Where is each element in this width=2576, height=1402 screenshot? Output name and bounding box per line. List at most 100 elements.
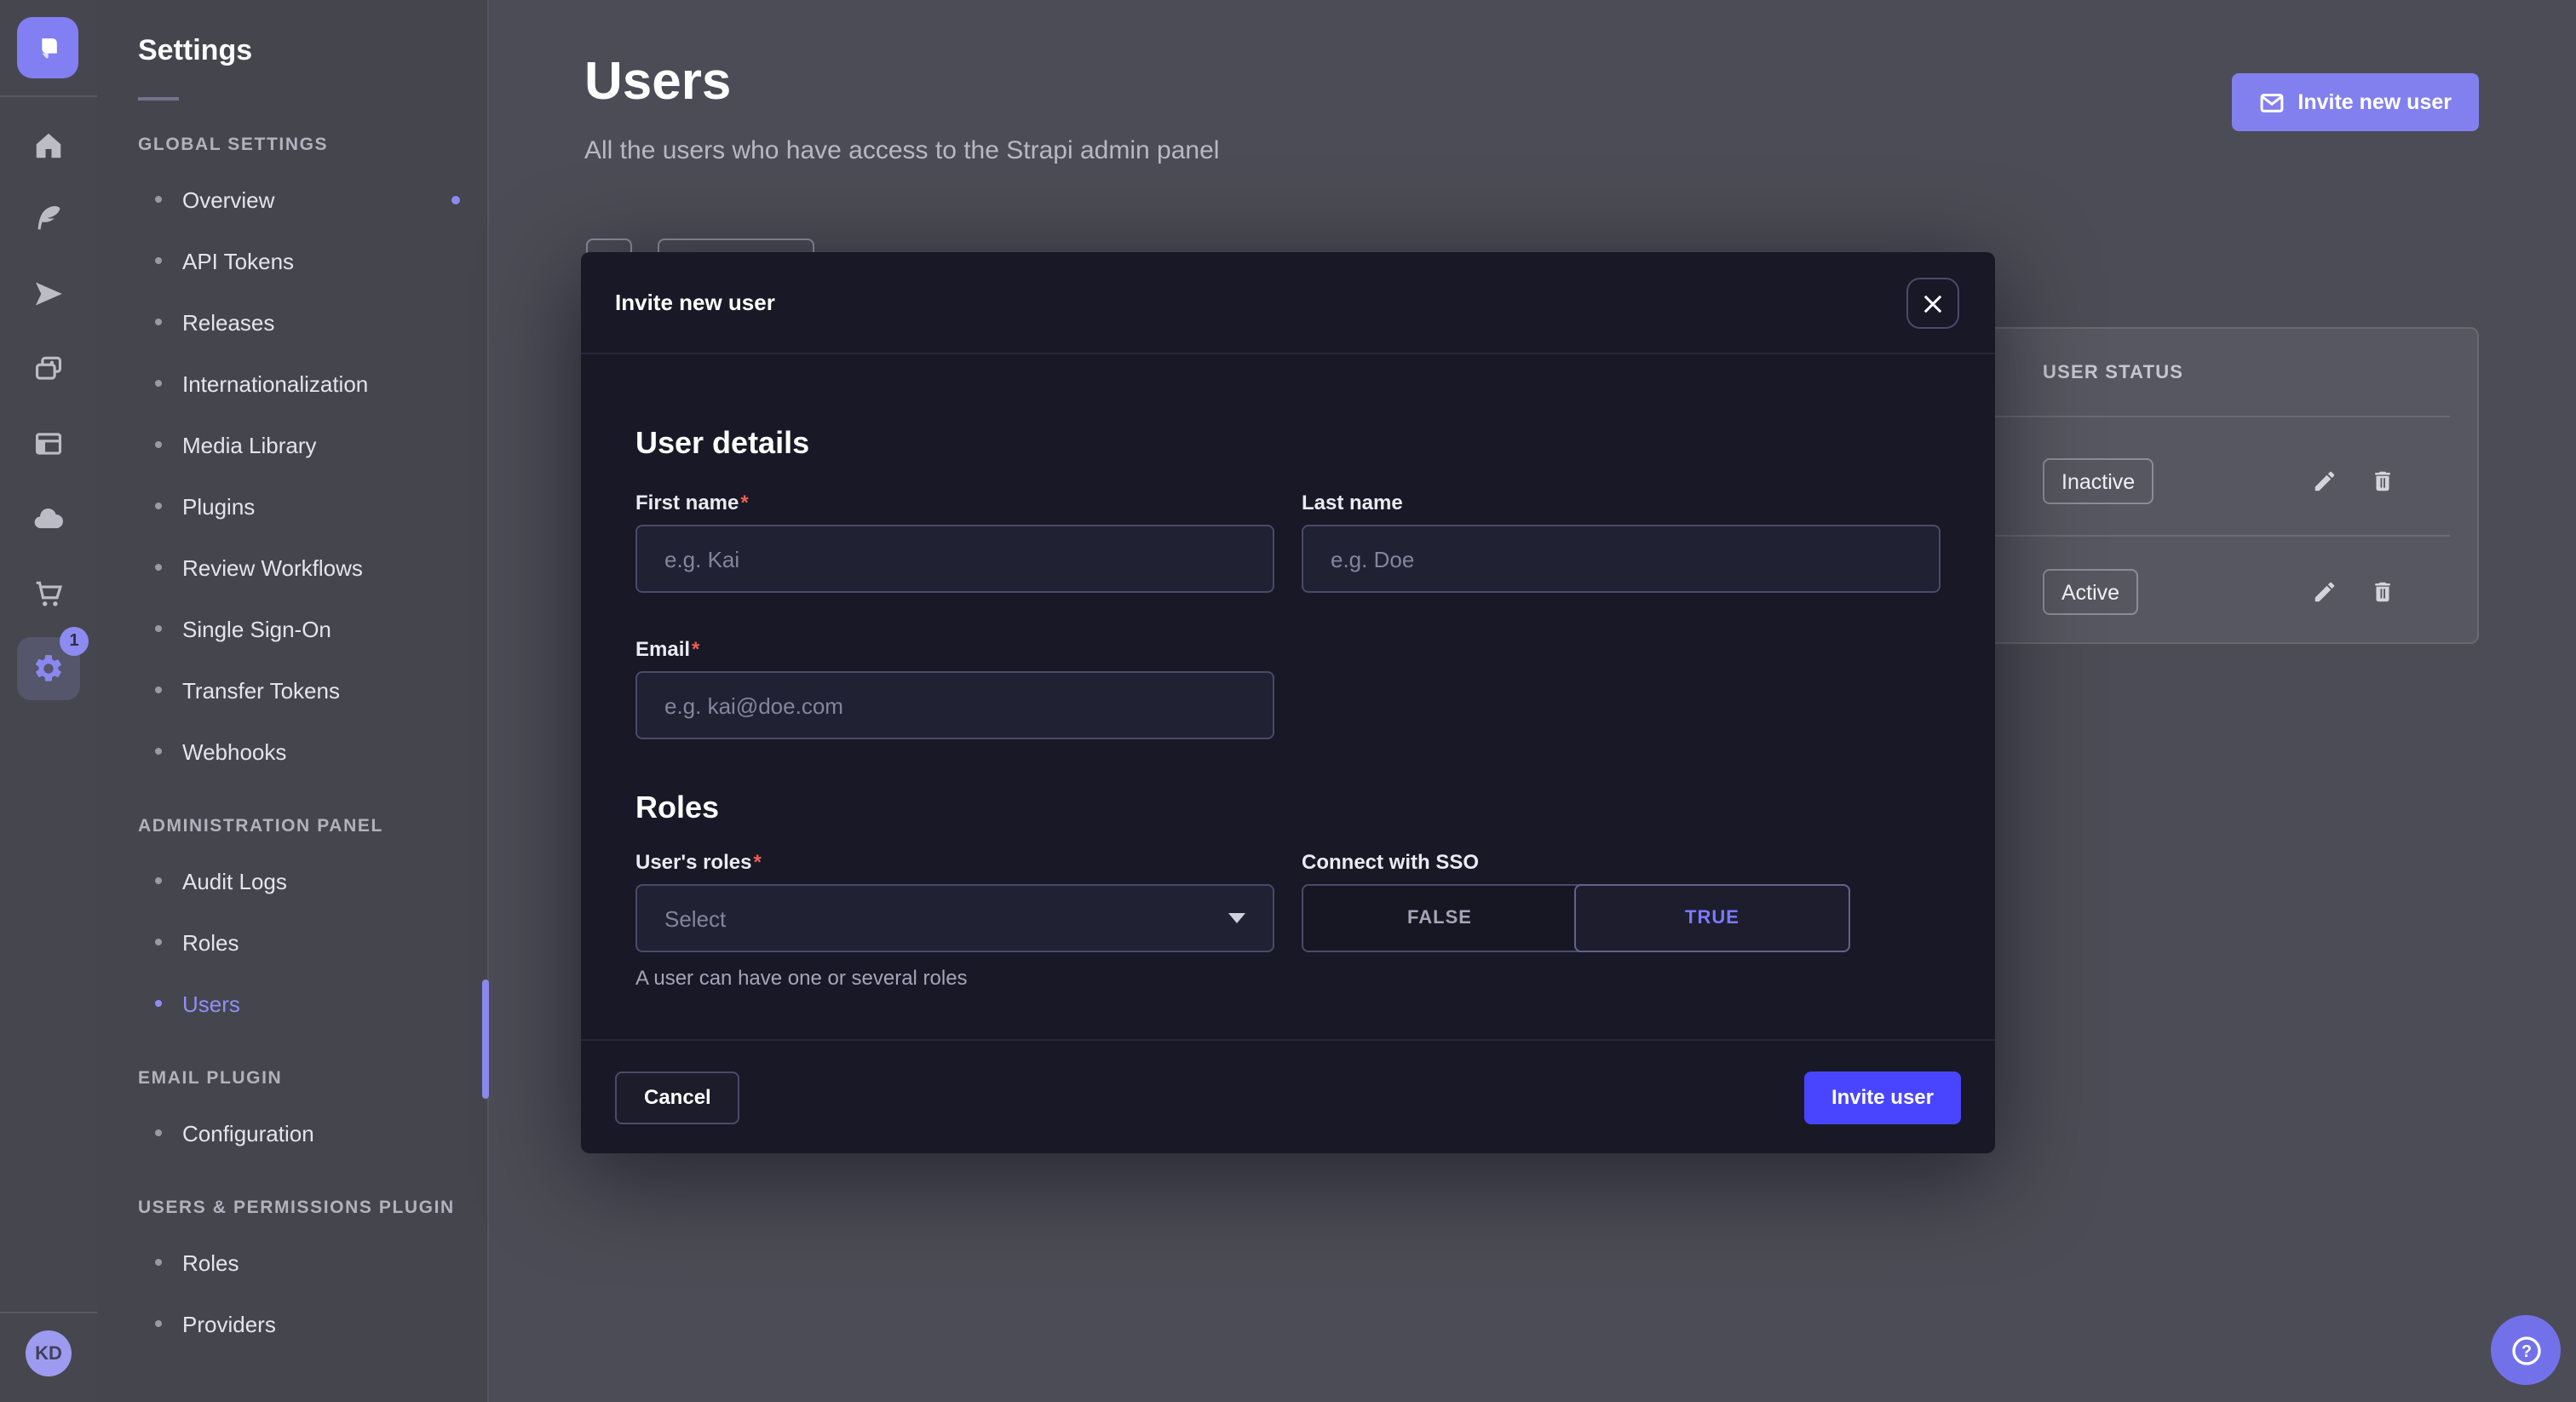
invite-new-user-modal: Invite new user User details First name*… [581,252,1995,1153]
help-button[interactable]: ? [2491,1315,2561,1385]
sidebar-item-admin-roles[interactable]: Roles [97,911,487,973]
svg-text:?: ? [2521,1342,2531,1360]
settings-subnav: Settings GLOBAL SETTINGS Overview API To… [97,0,489,1402]
bullet-icon [155,257,162,264]
bullet-icon [155,319,162,325]
strapi-logo[interactable] [17,17,78,78]
sidebar-item-up-roles[interactable]: Roles [97,1232,487,1293]
layout-window-icon[interactable] [17,412,80,475]
email-label: Email* [635,637,1274,661]
sidebar-item-releases[interactable]: Releases [97,291,487,353]
bullet-icon [155,503,162,509]
bullet-icon [155,380,162,387]
name-fields-row: First name* Last name [635,491,1941,593]
sso-toggle: FALSE TRUE [1302,884,1850,952]
sidebar-item-audit-logs[interactable]: Audit Logs [97,850,487,911]
section-label: EMAIL PLUGIN [138,1068,487,1089]
section-users-permissions-plugin: USERS & PERMISSIONS PLUGIN Roles Provide… [97,1198,487,1354]
section-label: USERS & PERMISSIONS PLUGIN [138,1198,487,1218]
user-details-heading: User details [635,426,1941,462]
email-row: Email* [635,637,1941,739]
bullet-icon [155,1000,162,1007]
required-asterisk: * [753,850,761,874]
strapi-logo-glyph [31,31,65,65]
sso-option-true[interactable]: TRUE [1574,884,1850,952]
roles-hint: A user can have one or several roles [635,966,1274,990]
user-avatar[interactable]: KD [26,1330,72,1376]
sidebar-item-users[interactable]: Users [97,973,487,1034]
sso-label: Connect with SSO [1302,850,1941,874]
envelope-icon [2258,89,2284,115]
required-asterisk: * [692,637,699,661]
settings-notification-badge: 1 [60,627,89,656]
delete-trash-icon[interactable] [2370,579,2395,605]
sso-option-false[interactable]: FALSE [1303,886,1576,951]
first-name-label: First name* [635,491,1274,514]
chevron-down-icon [1228,913,1245,923]
roles-row: User's roles* Select A user can have one… [635,850,1941,990]
sidebar-item-providers[interactable]: Providers [97,1293,487,1354]
invite-user-submit-button[interactable]: Invite user [1804,1071,1961,1123]
edit-pencil-icon[interactable] [2312,579,2337,605]
subnav-title: Settings [138,34,487,68]
bullet-icon [155,687,162,693]
required-asterisk: * [740,491,748,514]
bullet-icon [155,939,162,945]
app-window: 1 KD Settings GLOBAL SETTINGS Overview A… [0,0,2576,1402]
rail-divider [0,95,97,97]
content-manager-feather-icon[interactable] [17,187,80,250]
home-icon[interactable] [17,114,80,177]
sso-group: Connect with SSO FALSE TRUE [1302,850,1941,990]
bullet-icon [155,625,162,632]
cancel-button[interactable]: Cancel [615,1071,740,1123]
sidebar-item-review-workflows[interactable]: Review Workflows [97,537,487,598]
notification-dot [451,195,460,204]
bullet-icon [155,1320,162,1327]
edit-pencil-icon[interactable] [2312,468,2337,494]
user-roles-label: User's roles* [635,850,1274,874]
sidebar-item-webhooks[interactable]: Webhooks [97,721,487,782]
first-name-field[interactable] [635,525,1274,593]
section-label: ADMINISTRATION PANEL [138,816,487,836]
email-group: Email* [635,637,1274,739]
section-label: GLOBAL SETTINGS [138,135,487,155]
sidebar-item-transfer-tokens[interactable]: Transfer Tokens [97,659,487,721]
invite-new-user-button[interactable]: Invite new user [2231,73,2479,131]
modal-header: Invite new user [581,252,1995,354]
user-roles-group: User's roles* Select A user can have one… [635,850,1274,990]
settings-gear-icon[interactable]: 1 [17,637,80,700]
content-type-builder-send-icon[interactable] [17,262,80,325]
bullet-icon [155,1259,162,1266]
section-global-settings: GLOBAL SETTINGS Overview API Tokens Rele… [97,135,487,782]
first-name-group: First name* [635,491,1274,593]
delete-trash-icon[interactable] [2370,468,2395,494]
status-badge: Inactive [2043,458,2153,504]
section-email-plugin: EMAIL PLUGIN Configuration [97,1068,487,1164]
last-name-group: Last name [1302,491,1941,593]
modal-title: Invite new user [615,290,775,315]
page-title: Users [584,51,731,112]
sidebar-item-overview[interactable]: Overview [97,169,487,230]
select-value: Select [664,905,726,931]
sidebar-item-internationalization[interactable]: Internationalization [97,353,487,414]
last-name-field[interactable] [1302,525,1941,593]
user-roles-select[interactable]: Select [635,884,1274,952]
section-administration-panel: ADMINISTRATION PANEL Audit Logs Roles Us… [97,816,487,1034]
media-library-images-icon[interactable] [17,337,80,400]
page-subtitle: All the users who have access to the Str… [584,136,1219,165]
question-circle-icon: ? [2509,1333,2543,1367]
status-badge: Active [2043,569,2138,615]
close-icon[interactable] [1906,278,1959,329]
sidebar-item-configuration[interactable]: Configuration [97,1102,487,1164]
roles-heading: Roles [635,790,1941,826]
subnav-title-divider [138,97,179,101]
marketplace-cart-icon[interactable] [17,562,80,625]
sidebar-item-api-tokens[interactable]: API Tokens [97,230,487,291]
rail-bottom-divider [0,1312,97,1313]
sidebar-item-single-sign-on[interactable]: Single Sign-On [97,598,487,659]
sidebar-item-plugins[interactable]: Plugins [97,475,487,537]
email-field[interactable] [635,671,1274,739]
cloud-icon[interactable] [17,487,80,550]
subnav-scrollbar-thumb[interactable] [482,980,488,1099]
sidebar-item-media-library[interactable]: Media Library [97,414,487,475]
